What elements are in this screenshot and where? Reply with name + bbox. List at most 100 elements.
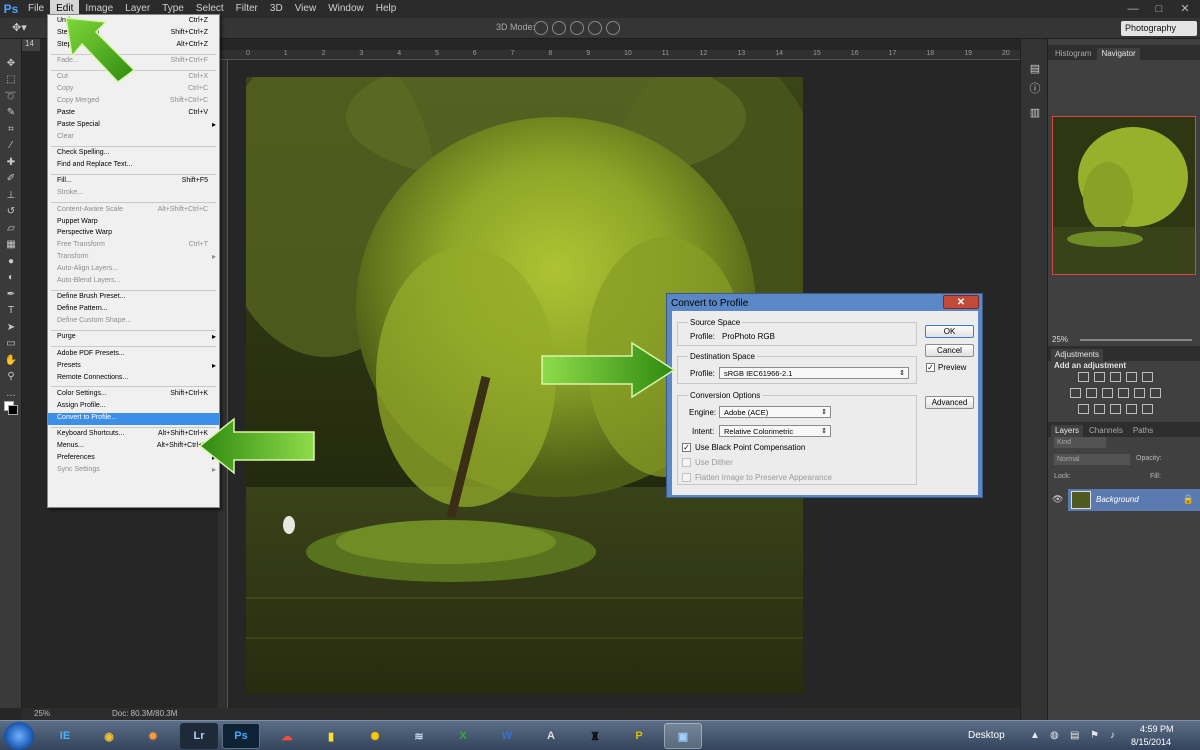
slide-3d-icon[interactable] — [588, 21, 602, 35]
type-tool-icon[interactable]: T — [0, 303, 22, 320]
advanced-button[interactable]: Advanced — [925, 396, 974, 409]
tab-navigator[interactable]: Navigator — [1097, 48, 1140, 60]
properties-panel-icon[interactable]: ▥ — [1021, 103, 1049, 123]
orbit-3d-icon[interactable] — [534, 21, 548, 35]
path-select-tool-icon[interactable]: ➤ — [0, 319, 22, 336]
app3-taskbar-icon[interactable]: ✺ — [356, 723, 394, 749]
color-balance-adjustment-icon[interactable] — [1086, 388, 1097, 398]
brightness-adjustment-icon[interactable] — [1078, 372, 1089, 382]
gradient-map-adjustment-icon[interactable] — [1142, 404, 1153, 414]
menu-item-auto-blend-layers[interactable]: Auto-Blend Layers... — [48, 276, 219, 288]
menu-view[interactable]: View — [289, 0, 323, 18]
vibrance-adjustment-icon[interactable] — [1142, 372, 1153, 382]
more-tools-icon[interactable]: … — [0, 385, 22, 402]
pen-tool-icon[interactable]: ✒ — [0, 286, 22, 303]
zoom-tool-icon[interactable]: ⚲ — [0, 369, 22, 386]
selective-color-adjustment-icon[interactable] — [1126, 404, 1137, 414]
navigator-thumbnail[interactable] — [1052, 116, 1196, 275]
eraser-tool-icon[interactable]: ▱ — [0, 220, 22, 237]
menu-item-clear[interactable]: Clear — [48, 132, 219, 144]
shape-tool-icon[interactable]: ▭ — [0, 336, 22, 353]
menu-item-auto-align-layers[interactable]: Auto-Align Layers... — [48, 264, 219, 276]
menu-item-assign-profile[interactable]: Assign Profile... — [48, 401, 219, 413]
menu-item-color-settings[interactable]: Color Settings... Shift+Ctrl+K — [48, 389, 219, 401]
tab-histogram[interactable]: Histogram — [1051, 48, 1095, 60]
app-taskbar-icon[interactable]: ✹ — [134, 723, 172, 749]
chrome-taskbar-icon[interactable]: ◉ — [90, 723, 128, 749]
tab-channels[interactable]: Channels — [1085, 425, 1127, 437]
word-taskbar-icon[interactable]: W — [488, 723, 526, 749]
history-brush-tool-icon[interactable]: ↺ — [0, 204, 22, 221]
ok-button[interactable]: OK — [925, 325, 974, 338]
close-window-icon[interactable]: ✕ — [1172, 0, 1198, 18]
move-tool-icon[interactable]: ✥ — [0, 55, 22, 72]
menu-item-copy[interactable]: Copy Ctrl+C — [48, 84, 219, 96]
menu-item-paste[interactable]: Paste Ctrl+V — [48, 108, 219, 120]
menu-item-copy-merged[interactable]: Copy Merged Shift+Ctrl+C — [48, 96, 219, 108]
clock-date[interactable]: 8/15/2014 — [1131, 737, 1171, 747]
start-button-icon[interactable] — [4, 722, 34, 750]
quick-select-tool-icon[interactable]: ✎ — [0, 105, 22, 122]
creative-cloud-taskbar-icon[interactable]: ☁ — [268, 723, 306, 749]
healing-brush-tool-icon[interactable]: ✚ — [0, 154, 22, 171]
roll-3d-icon[interactable] — [552, 21, 566, 35]
navigator-zoom-slider[interactable] — [1080, 339, 1192, 341]
brush-tool-icon[interactable]: ✐ — [0, 171, 22, 188]
menu-item-define-pattern[interactable]: Define Pattern... — [48, 304, 219, 316]
black-white-adjustment-icon[interactable] — [1102, 388, 1113, 398]
posterize-adjustment-icon[interactable] — [1094, 404, 1105, 414]
menu-item-free-transform[interactable]: Free Transform Ctrl+T — [48, 240, 219, 252]
control-panel-taskbar-icon[interactable]: ▣ — [664, 723, 702, 749]
exposure-adjustment-icon[interactable] — [1126, 372, 1137, 382]
menu-item-preferences[interactable]: Preferences▸ — [48, 453, 219, 465]
invert-adjustment-icon[interactable] — [1078, 404, 1089, 414]
menu-item-define-custom-shape[interactable]: Define Custom Shape... — [48, 316, 219, 328]
engine-select[interactable]: Adobe (ACE) ⇕ — [719, 406, 831, 418]
menu-item-check-spelling[interactable]: Check Spelling... — [48, 148, 219, 160]
tray-network-icon[interactable]: ▤ — [1070, 730, 1079, 741]
lasso-tool-icon[interactable]: ➰ — [0, 88, 22, 105]
menu-item-content-aware-scale[interactable]: Content-Aware Scale Alt+Shift+Ctrl+C — [48, 205, 219, 217]
tab-paths[interactable]: Paths — [1129, 425, 1157, 437]
workspace-select[interactable]: Photography — [1121, 21, 1197, 36]
menu-item-paste-special[interactable]: Paste Special ▸ — [48, 120, 219, 132]
status-zoom[interactable]: 25% — [34, 709, 50, 718]
menu-item-remote-connections[interactable]: Remote Connections... — [48, 373, 219, 385]
hand-tool-icon[interactable]: ✋ — [0, 352, 22, 369]
translate-taskbar-icon[interactable]: A — [532, 723, 570, 749]
menu-item-find-and-replace-text[interactable]: Find and Replace Text... — [48, 160, 219, 172]
menu-file[interactable]: File — [22, 0, 50, 18]
menu-item-convert-to-profile[interactable]: Convert to Profile... — [48, 412, 219, 425]
photoshop-logo-icon[interactable]: Ps — [0, 0, 22, 18]
scale-3d-icon[interactable] — [606, 21, 620, 35]
menu-item-keyboard-shortcuts[interactable]: Keyboard Shortcuts... Alt+Shift+Ctrl+K — [48, 429, 219, 441]
levels-adjustment-icon[interactable] — [1094, 372, 1105, 382]
layer-row[interactable]: Background 🔒 — [1068, 489, 1200, 511]
tray-volume-icon[interactable]: ♪ — [1110, 730, 1115, 741]
clock-time[interactable]: 4:59 PM — [1140, 724, 1174, 734]
menu-item-menus[interactable]: Menus... Alt+Shift+Ctrl+M — [48, 441, 219, 453]
channel-mixer-adjustment-icon[interactable] — [1134, 388, 1145, 398]
tray-chevron-icon[interactable]: ▲ — [1030, 730, 1040, 741]
menu-filter[interactable]: Filter — [230, 0, 264, 18]
background-color-swatch[interactable] — [8, 405, 18, 415]
blend-mode-select[interactable]: Normal — [1054, 454, 1130, 465]
desktop-toolbar-label[interactable]: Desktop — [968, 730, 1005, 741]
menu-item-puppet-warp[interactable]: Puppet Warp — [48, 217, 219, 229]
marquee-tool-icon[interactable]: ⬚ — [0, 72, 22, 89]
threshold-adjustment-icon[interactable] — [1110, 404, 1121, 414]
layer-name[interactable]: Background — [1096, 495, 1139, 504]
menu-item-adobe-pdf-presets[interactable]: Adobe PDF Presets... — [48, 349, 219, 361]
intent-select[interactable]: Relative Colorimetric ⇕ — [719, 425, 831, 437]
tab-adjustments[interactable]: Adjustments — [1051, 349, 1104, 361]
menu-item-purge[interactable]: Purge ▸ — [48, 332, 219, 344]
menu-help[interactable]: Help — [370, 0, 403, 18]
drag-3d-icon[interactable] — [570, 21, 584, 35]
cancel-button[interactable]: Cancel — [925, 344, 974, 357]
lightroom-taskbar-icon[interactable]: Lr — [180, 723, 218, 749]
menu-item-presets[interactable]: Presets ▸ — [48, 361, 219, 373]
menu-item-fill[interactable]: Fill... Shift+F5 — [48, 176, 219, 188]
blur-tool-icon[interactable]: ● — [0, 253, 22, 270]
excel-taskbar-icon[interactable]: X — [444, 723, 482, 749]
menu-window[interactable]: Window — [322, 0, 370, 18]
